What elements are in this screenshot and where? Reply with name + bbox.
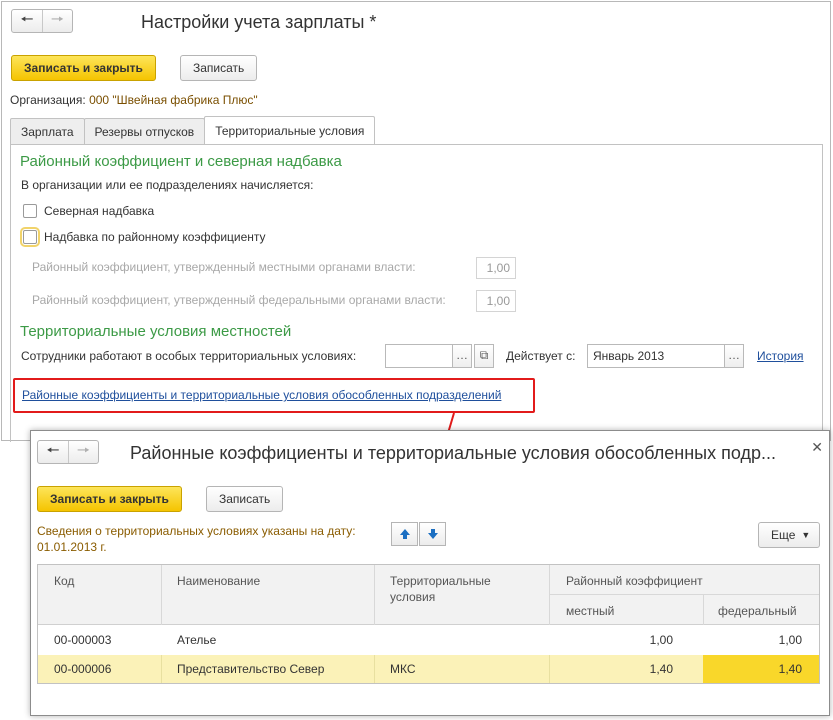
accrual-note: В организации или ее подразделениях начи…	[21, 178, 314, 192]
date-info-line2: 01.01.2013 г.	[37, 540, 107, 554]
sub-save-and-close-button[interactable]: Записать и закрыть	[37, 486, 182, 512]
back-arrow-icon[interactable]: 🠔	[12, 10, 42, 32]
col-local[interactable]: местный	[566, 603, 614, 619]
sub-window-title: Районные коэффициенты и территориальные …	[130, 443, 776, 463]
arrow-up-icon	[399, 529, 410, 539]
effective-from-select-button[interactable]: …	[724, 344, 744, 368]
col-conditions[interactable]: Территориальные условия	[390, 573, 491, 605]
divider	[374, 565, 375, 625]
save-button[interactable]: Записать	[180, 55, 258, 81]
local-coefficient-field[interactable]: 1,00	[476, 257, 516, 279]
table-row[interactable]: 00-000006 Представительство Север МКС 1,…	[38, 655, 819, 683]
special-conditions-input[interactable]	[385, 344, 453, 368]
col-name[interactable]: Наименование	[177, 573, 260, 589]
federal-coefficient-label: Районный коэффициент, утвержденный федер…	[32, 293, 446, 307]
cell-federal: 1,40	[778, 662, 802, 676]
divider	[549, 565, 550, 625]
forward-arrow-icon[interactable]: 🠖	[42, 10, 72, 32]
tab-bar: Зарплата Резервы отпусков Территориальны…	[10, 116, 376, 144]
effective-from-input[interactable]: Январь 2013	[587, 344, 725, 368]
cell-local: 1,40	[649, 662, 673, 676]
highlight-frame	[13, 378, 535, 413]
local-coefficient-label: Районный коэффициент, утвержденный местн…	[32, 260, 416, 274]
cell-local: 1,00	[649, 633, 673, 647]
section-regional-coefficient-title: Районный коэффициент и северная надбавка	[20, 153, 342, 170]
cell-federal: 1,00	[778, 633, 802, 647]
forward-arrow-icon[interactable]: 🠖	[68, 441, 98, 463]
more-label: Еще	[771, 528, 796, 542]
northern-allowance-checkbox[interactable]	[23, 204, 37, 218]
divider	[374, 655, 375, 683]
subdivisions-table: Код Наименование Территориальные условия…	[37, 564, 820, 684]
divider	[161, 655, 162, 683]
cell-code: 00-000006	[54, 662, 112, 676]
tab-border-left	[10, 144, 11, 442]
regional-allowance-checkbox[interactable]	[20, 227, 40, 247]
col-coefficient-group: Районный коэффициент	[566, 574, 703, 588]
back-arrow-icon[interactable]: 🠔	[38, 441, 68, 463]
col-federal[interactable]: федеральный	[718, 603, 797, 619]
federal-coefficient-field[interactable]: 1,00	[476, 290, 516, 312]
date-info-line1: Сведения о территориальных условиях указ…	[37, 524, 356, 538]
section-territorial-conditions-title: Территориальные условия местностей	[20, 323, 292, 340]
history-link[interactable]: История	[757, 349, 804, 363]
salary-settings-window: 🠔 🠖 Настройки учета зарплаты * Записать …	[1, 1, 831, 442]
chevron-down-icon: ▼	[801, 530, 811, 540]
close-icon[interactable]: ✕	[811, 439, 823, 456]
divider	[161, 565, 162, 625]
cell-conditions: МКС	[390, 662, 416, 676]
more-button[interactable]: Еще ▼	[758, 522, 820, 548]
tab-border-right	[822, 144, 823, 442]
tab-salary[interactable]: Зарплата	[10, 118, 85, 144]
tab-divider	[10, 144, 823, 145]
divider	[549, 655, 550, 683]
nav-buttons: 🠔 🠖	[11, 9, 73, 33]
save-and-close-button[interactable]: Записать и закрыть	[11, 55, 156, 81]
effective-from-label: Действует с:	[506, 349, 576, 363]
cell-name: Представительство Север	[177, 662, 325, 676]
col-code[interactable]: Код	[54, 573, 74, 589]
table-header: Код Наименование Территориальные условия…	[38, 565, 819, 625]
cell-name: Ателье	[177, 633, 217, 647]
tab-vacation-reserves[interactable]: Резервы отпусков	[83, 118, 206, 144]
sub-save-button[interactable]: Записать	[206, 486, 284, 512]
table-row[interactable]: 00-000003 Ателье 1,00 1,00	[38, 626, 819, 654]
divider	[549, 594, 819, 595]
cell-code: 00-000003	[54, 633, 112, 647]
northern-allowance-label: Северная надбавка	[44, 204, 155, 218]
divider	[703, 595, 704, 625]
organization-label: Организация:	[10, 93, 86, 107]
tab-territorial-conditions[interactable]: Территориальные условия	[204, 116, 376, 144]
regional-allowance-label: Надбавка по районному коэффициенту	[44, 230, 266, 244]
move-down-button[interactable]	[419, 522, 446, 546]
organization-row: Организация: 000 "Швейная фабрика Плюс"	[10, 93, 258, 107]
move-up-button[interactable]	[391, 522, 418, 546]
special-conditions-select-button[interactable]: …	[452, 344, 472, 368]
subdivisions-window: 🠔 🠖 Районные коэффициенты и территориаль…	[30, 430, 830, 716]
open-icon[interactable]: ⧉	[474, 344, 494, 368]
col-conditions-line2: условия	[390, 590, 436, 604]
arrow-down-icon	[427, 529, 438, 539]
date-info: Сведения о территориальных условиях указ…	[37, 523, 356, 555]
col-conditions-line1: Территориальные	[390, 574, 491, 588]
organization-value[interactable]: 000 "Швейная фабрика Плюс"	[89, 93, 258, 107]
window-title: Настройки учета зарплаты *	[141, 12, 377, 32]
sub-nav-buttons: 🠔 🠖	[37, 440, 99, 464]
special-conditions-label: Сотрудники работают в особых территориал…	[21, 349, 357, 363]
